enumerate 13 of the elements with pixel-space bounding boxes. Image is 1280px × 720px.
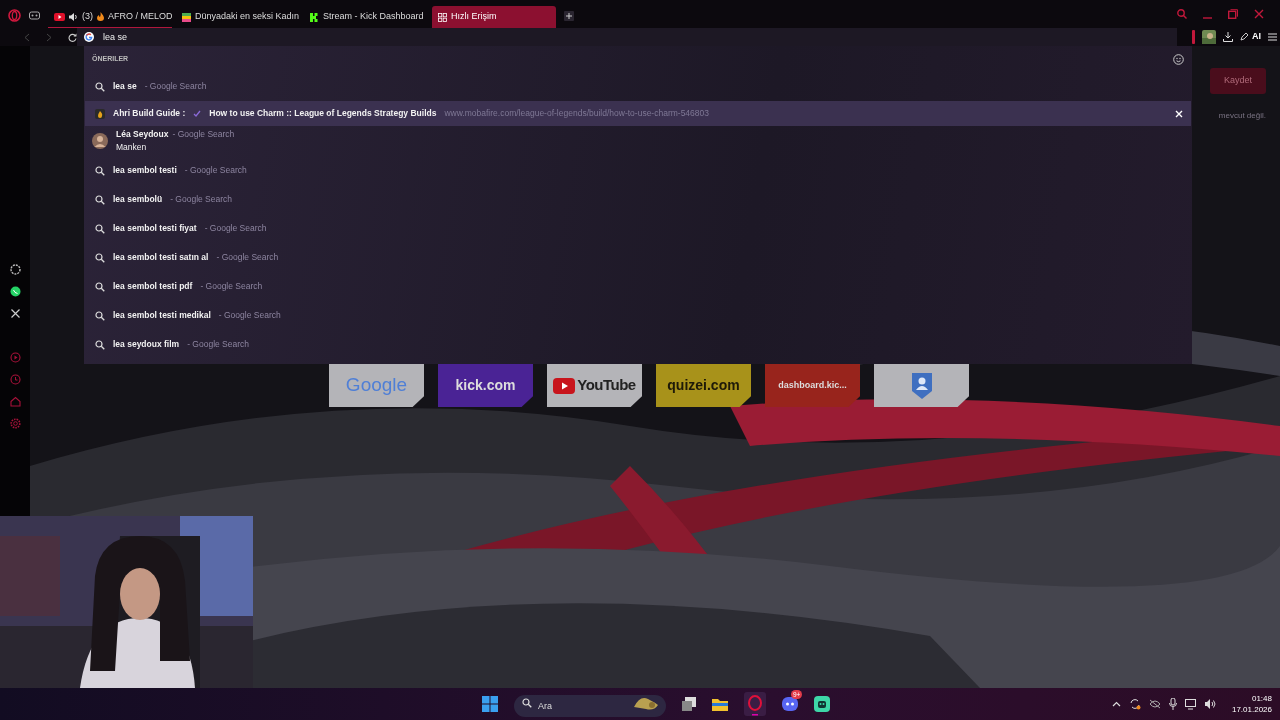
address-field[interactable]: lea se: [77, 28, 1177, 46]
tab-count: (3): [82, 9, 93, 23]
taskbar-search-field[interactable]: Ara: [514, 694, 666, 717]
tab-title: Hızlı Erişim: [451, 10, 497, 24]
browser-tab[interactable]: Stream - Kick Dashboard: [304, 6, 428, 28]
tab-title: AFRO / MELOD: [108, 9, 172, 23]
tab-title: Dünyadaki en seksi Kadın: [195, 10, 300, 24]
tab-title: Stream - Kick Dashboard: [323, 10, 424, 24]
browser-tab[interactable]: Dünyadaki en seksi Kadın: [176, 6, 300, 28]
ai-button[interactable]: AI: [1240, 30, 1261, 44]
browser-tab[interactable]: Hızlı Erişim: [432, 6, 556, 28]
clock-date[interactable]: 17.01.2026: [1231, 704, 1272, 715]
clock-time[interactable]: 01:48: [1251, 693, 1272, 704]
